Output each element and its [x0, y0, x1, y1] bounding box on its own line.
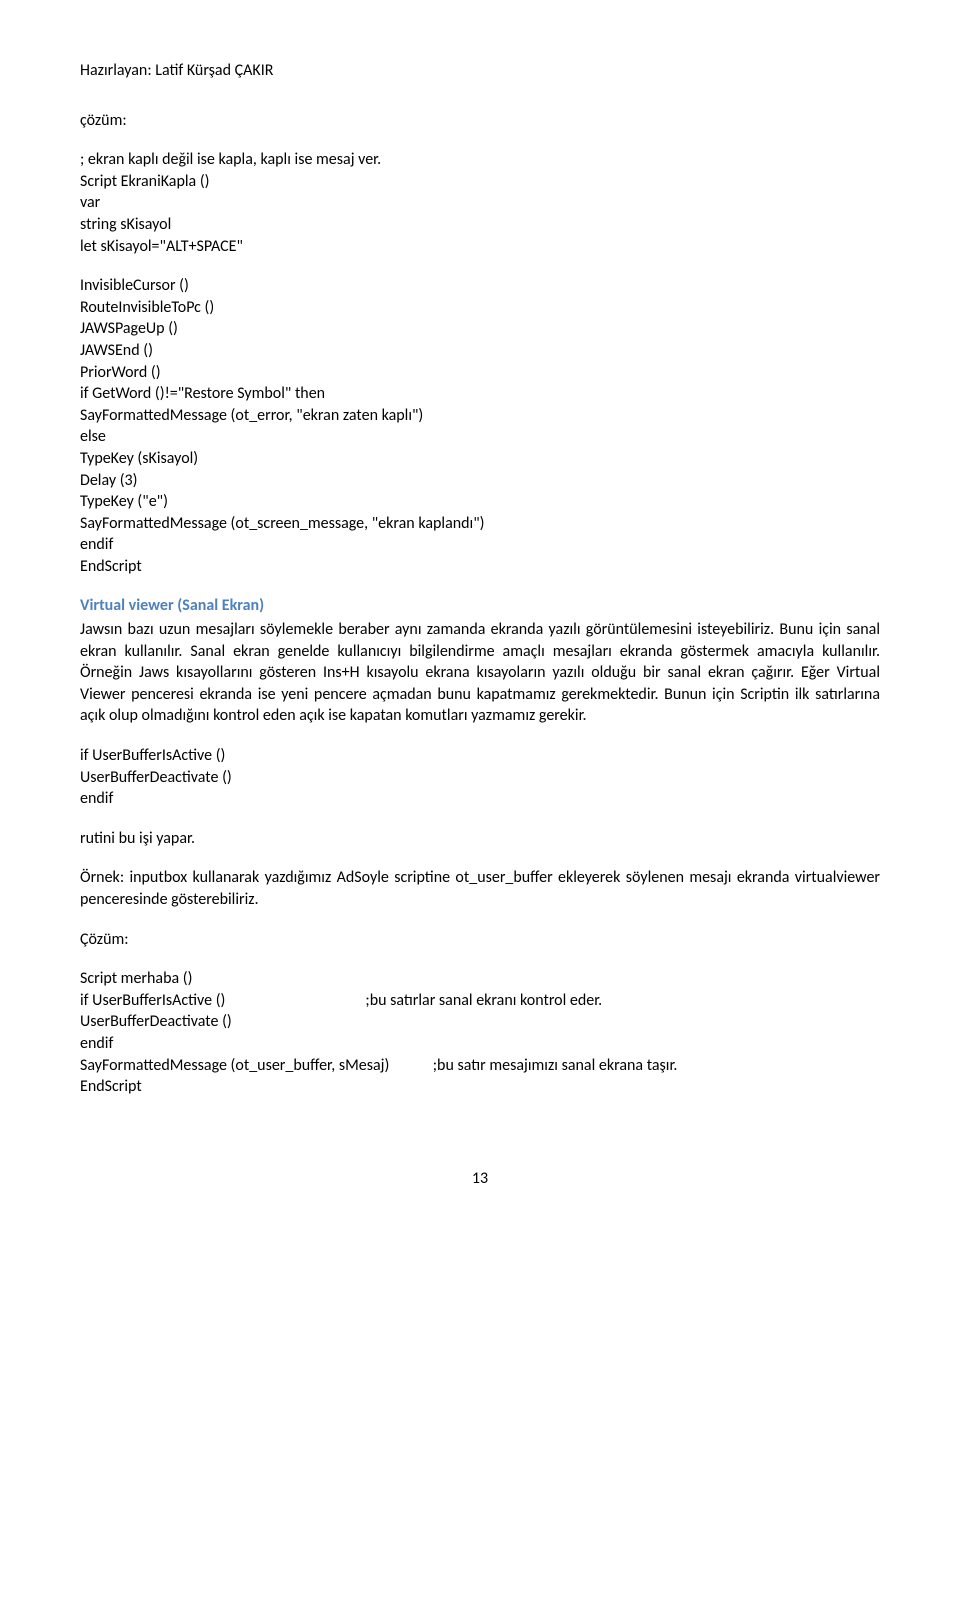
section-virtual-viewer: Virtual viewer (Sanal Ekran) Jawsın bazı… — [80, 595, 880, 727]
code-line: let sKisayol="ALT+SPACE" — [80, 236, 880, 258]
code-line: endif — [80, 534, 880, 556]
code-line: if UserBufferIsActive () — [80, 745, 880, 767]
routine-text: rutini bu işi yapar. — [80, 828, 880, 850]
code-block-3: if UserBufferIsActive () UserBufferDeact… — [80, 745, 880, 810]
code-line: UserBufferDeactivate () — [80, 1011, 880, 1033]
code-line: SayFormattedMessage (ot_user_buffer, sMe… — [80, 1055, 880, 1077]
code-line: Script merhaba () — [80, 968, 880, 990]
code-block-4: Script merhaba () if UserBufferIsActive … — [80, 968, 880, 1098]
code-line: RouteInvisibleToPc () — [80, 297, 880, 319]
code-line: PriorWord () — [80, 362, 880, 384]
code-line: JAWSEnd () — [80, 340, 880, 362]
code-line: TypeKey (sKisayol) — [80, 448, 880, 470]
code-comment: ;bu satırlar sanal ekranı kontrol eder. — [365, 991, 602, 1010]
code-line: else — [80, 426, 880, 448]
code-comment-1: ; ekran kaplı değil ise kapla, kaplı ise… — [80, 149, 880, 257]
code-line: EndScript — [80, 1076, 880, 1098]
code-line: TypeKey ("e") — [80, 491, 880, 513]
code-line: endif — [80, 1033, 880, 1055]
solution-label-lower: çözüm: — [80, 110, 880, 132]
code-line: if UserBufferIsActive () ;bu satırlar san… — [80, 990, 880, 1012]
page-number: 13 — [80, 1168, 880, 1190]
code-line: JAWSPageUp () — [80, 318, 880, 340]
document-page: Hazırlayan: Latif Kürşad ÇAKIR çözüm: ; … — [0, 0, 960, 1269]
example-text: Örnek: inputbox kullanarak yazdığımız Ad… — [80, 867, 880, 910]
code-text: SayFormattedMessage (ot_user_buffer, sMe… — [80, 1056, 389, 1075]
code-line: SayFormattedMessage (ot_screen_message, … — [80, 513, 880, 535]
solution-label-upper: Çözüm: — [80, 929, 880, 951]
code-line: ; ekran kaplı değil ise kapla, kaplı ise… — [80, 149, 880, 171]
code-line: endif — [80, 788, 880, 810]
code-line: EndScript — [80, 556, 880, 578]
code-line: InvisibleCursor () — [80, 275, 880, 297]
code-line: UserBufferDeactivate () — [80, 767, 880, 789]
code-comment: ;bu satır mesajımızı sanal ekrana taşır. — [433, 1056, 678, 1075]
code-line: SayFormattedMessage (ot_error, "ekran za… — [80, 405, 880, 427]
section-body: Jawsın bazı uzun mesajları söylemekle be… — [80, 619, 880, 727]
code-line: Script EkraniKapla () — [80, 171, 880, 193]
code-line: if GetWord ()!="Restore Symbol" then — [80, 383, 880, 405]
code-line: Delay (3) — [80, 470, 880, 492]
document-header: Hazırlayan: Latif Kürşad ÇAKIR — [80, 60, 880, 82]
section-heading: Virtual viewer (Sanal Ekran) — [80, 595, 880, 617]
code-line: string sKisayol — [80, 214, 880, 236]
code-text: if UserBufferIsActive () — [80, 991, 225, 1010]
code-block-2: InvisibleCursor () RouteInvisibleToPc ()… — [80, 275, 880, 577]
code-line: var — [80, 192, 880, 214]
